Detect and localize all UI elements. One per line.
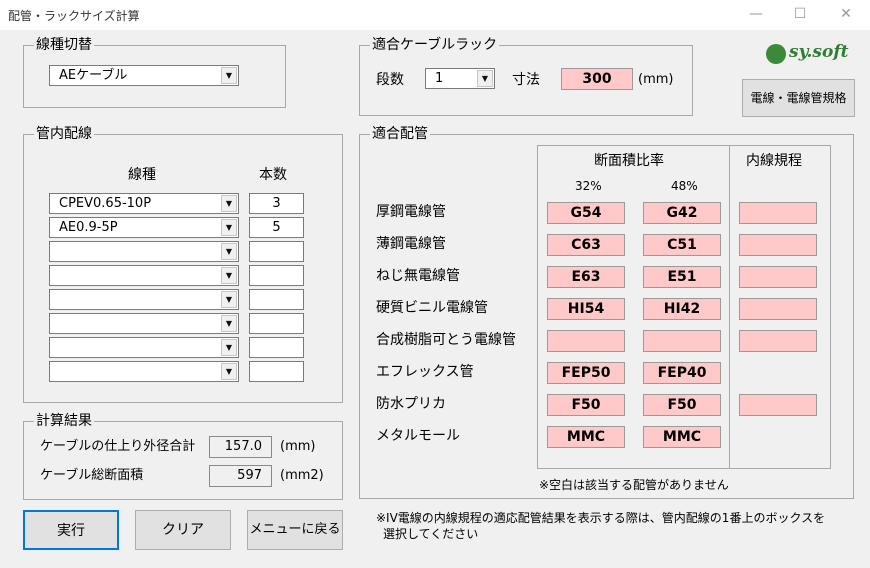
iv-wire-note-line2: 選択してください [383, 527, 479, 541]
wire-row-8-count[interactable] [249, 361, 304, 382]
chevron-down-icon[interactable]: ▼ [221, 315, 237, 332]
wire-row-5-select[interactable]: ▼ [49, 289, 239, 310]
pipe-eflex-48: FEP40 [643, 362, 721, 384]
wire-row-8-select[interactable]: ▼ [49, 361, 239, 382]
minimize-icon[interactable]: — [746, 4, 766, 24]
chevron-down-icon[interactable]: ▼ [221, 243, 237, 260]
iv-wire-note-line1: ※IV電線の内線規程の適応配管結果を表示する際は、管内配線の1番上のボックスを [376, 511, 826, 525]
chevron-down-icon[interactable]: ▼ [221, 195, 237, 212]
results-legend: 計算結果 [34, 413, 94, 429]
tiers-select[interactable]: 1 ▼ [425, 68, 495, 89]
clear-button[interactable]: クリア [135, 510, 231, 550]
pipe-threadless-32: E63 [547, 266, 625, 288]
pipe-flexible-resin-32 [547, 330, 625, 352]
wire-row-1-select[interactable]: CPEV0.65-10P ▼ [49, 193, 239, 214]
pipe-name-thin-steel: 薄鋼電線管 [376, 236, 446, 252]
wire-type-select[interactable]: AEケーブル ▼ [49, 65, 239, 86]
run-button[interactable]: 実行 [23, 510, 119, 550]
maximize-icon[interactable]: ☐ [790, 4, 810, 24]
pipe-name-threadless: ねじ無電線管 [376, 268, 460, 284]
pipe-waterproof-plica-32: F50 [547, 394, 625, 416]
pipe-eflex-32: FEP50 [547, 362, 625, 384]
size-label: 寸法 [512, 72, 540, 88]
ratio-48-label: 48% [671, 179, 698, 193]
conduit-wiring-legend: 管内配線 [34, 126, 94, 142]
wire-row-6-select[interactable]: ▼ [49, 313, 239, 334]
wire-row-1-value: CPEV0.65-10P [59, 196, 152, 211]
pipe-waterproof-plica-48: F50 [643, 394, 721, 416]
chevron-down-icon[interactable]: ▼ [477, 70, 493, 87]
total-area-label: ケーブル総断面積 [40, 468, 144, 483]
wire-type-column-header: 線種 [128, 167, 156, 183]
chevron-down-icon[interactable]: ▼ [221, 291, 237, 308]
wire-row-4-count[interactable] [249, 265, 304, 286]
pipe-flexible-resin-rule [739, 330, 817, 352]
pipe-rigid-vinyl-rule [739, 298, 817, 320]
pipe-thin-steel-rule [739, 234, 817, 256]
wire-row-2-count[interactable]: 5 [249, 217, 304, 238]
pipe-waterproof-plica-rule [739, 394, 817, 416]
back-to-menu-button[interactable]: メニューに戻る [247, 510, 343, 550]
pipe-name-waterproof-plica: 防水プリカ [376, 396, 446, 412]
chevron-down-icon[interactable]: ▼ [221, 363, 237, 380]
pipe-name-flexible-resin: 合成樹脂可とう電線管 [376, 332, 516, 348]
pipe-threadless-48: E51 [643, 266, 721, 288]
sysoft-logo-icon [766, 44, 786, 64]
wire-row-6-count[interactable] [249, 313, 304, 334]
outer-diameter-label: ケーブルの仕上り外径合計 [40, 439, 196, 454]
pipe-name-rigid-vinyl: 硬質ビニル電線管 [376, 300, 488, 316]
wire-row-3-select[interactable]: ▼ [49, 241, 239, 262]
pipe-rigid-vinyl-32: HI54 [547, 298, 625, 320]
wire-row-7-count[interactable] [249, 337, 304, 358]
chevron-down-icon[interactable]: ▼ [221, 339, 237, 356]
ratio-32-label: 32% [575, 179, 602, 193]
outer-diameter-value: 157.0 [209, 436, 272, 458]
results-group [23, 421, 343, 500]
window-title: 配管・ラックサイズ計算 [8, 9, 140, 23]
wire-spec-button[interactable]: 電線・電線管規格 [742, 79, 855, 117]
cable-rack-legend: 適合ケーブルラック [370, 37, 500, 53]
pipe-name-eflex: エフレックス管 [376, 364, 474, 380]
close-icon[interactable]: ✕ [836, 4, 856, 24]
logo-text: sy.soft [789, 42, 849, 62]
pipes-table-divider [729, 145, 730, 469]
chevron-down-icon[interactable]: ▼ [221, 267, 237, 284]
wire-row-3-count[interactable] [249, 241, 304, 262]
pipe-name-thick-steel: 厚鋼電線管 [376, 204, 446, 220]
pipe-threadless-rule [739, 266, 817, 288]
pipe-thick-steel-32: G54 [547, 202, 625, 224]
wire-row-4-select[interactable]: ▼ [49, 265, 239, 286]
rack-size-unit: (mm) [638, 72, 674, 87]
chevron-down-icon[interactable]: ▼ [221, 219, 237, 236]
wire-row-2-value: AE0.9-5P [59, 220, 118, 235]
tiers-select-value: 1 [435, 71, 444, 86]
chevron-down-icon[interactable]: ▼ [221, 67, 237, 84]
pipe-rigid-vinyl-48: HI42 [643, 298, 721, 320]
wire-type-switch-legend: 線種切替 [34, 37, 94, 53]
rack-size-value: 300 [561, 68, 633, 90]
pipe-name-metal-mold: メタルモール [376, 428, 460, 444]
total-area-unit: (mm2) [280, 468, 324, 483]
pipe-flexible-resin-48 [643, 330, 721, 352]
pipe-thick-steel-rule [739, 202, 817, 224]
wire-row-2-select[interactable]: AE0.9-5P ▼ [49, 217, 239, 238]
cross-section-ratio-header: 断面積比率 [594, 153, 664, 169]
pipe-metal-mold-32: MMC [547, 426, 625, 448]
total-area-value: 597 [209, 465, 272, 487]
pipe-thick-steel-48: G42 [643, 202, 721, 224]
pipe-thin-steel-48: C51 [643, 234, 721, 256]
pipes-blank-note: ※空白は該当する配管がありません [539, 478, 729, 492]
wire-type-select-value: AEケーブル [59, 68, 128, 83]
pipe-thin-steel-32: C63 [547, 234, 625, 256]
wire-row-5-count[interactable] [249, 289, 304, 310]
count-column-header: 本数 [259, 167, 287, 183]
internal-rule-header: 内線規程 [746, 153, 802, 169]
wire-row-7-select[interactable]: ▼ [49, 337, 239, 358]
pipe-metal-mold-48: MMC [643, 426, 721, 448]
pipes-legend: 適合配管 [370, 126, 430, 142]
wire-row-1-count[interactable]: 3 [249, 193, 304, 214]
tiers-label: 段数 [376, 72, 404, 88]
outer-diameter-unit: (mm) [280, 439, 316, 454]
